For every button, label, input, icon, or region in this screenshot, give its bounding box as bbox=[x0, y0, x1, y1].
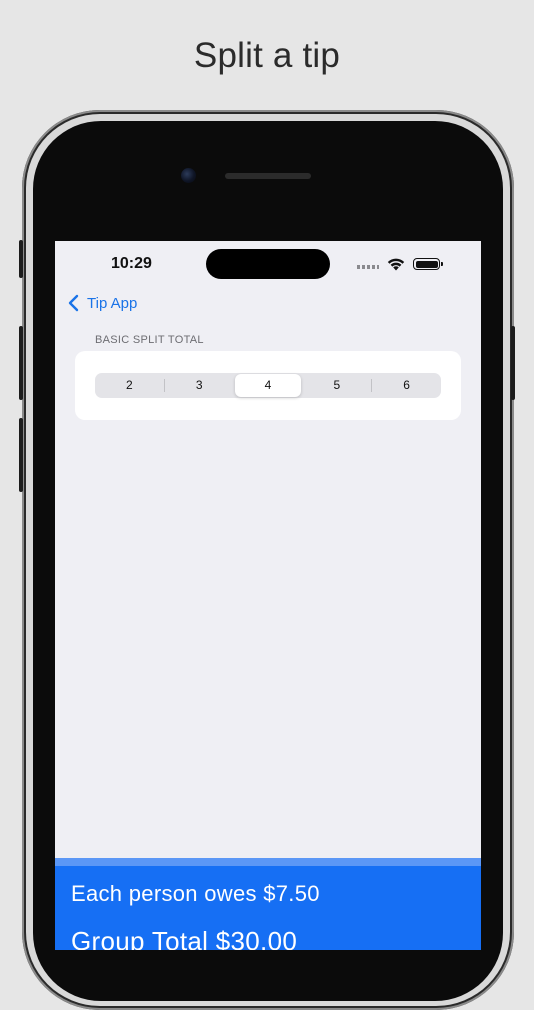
volume-up-button bbox=[19, 326, 23, 400]
phone-screen: 10:29 Tip App BASIC SPLIT TOTAL 2 3 4 5 … bbox=[55, 241, 481, 950]
status-bar: 10:29 bbox=[55, 241, 481, 289]
each-person-owes: Each person owes $7.50 bbox=[71, 881, 320, 906]
summary-divider bbox=[55, 858, 481, 866]
power-button bbox=[511, 326, 515, 400]
group-total: Group Total $30.00 bbox=[71, 926, 298, 950]
status-time: 10:29 bbox=[111, 255, 152, 272]
split-option-6[interactable]: 6 bbox=[373, 374, 440, 397]
dynamic-island bbox=[206, 249, 330, 279]
segment-divider bbox=[163, 379, 165, 392]
split-card: 2 3 4 5 6 bbox=[75, 351, 461, 420]
summary-panel: Each person owes $7.50 Group Total $30.0… bbox=[55, 866, 481, 950]
split-option-4[interactable]: 4 bbox=[234, 374, 302, 397]
split-option-5[interactable]: 5 bbox=[303, 374, 370, 397]
split-option-3[interactable]: 3 bbox=[166, 374, 233, 397]
volume-down-button bbox=[19, 418, 23, 492]
front-camera bbox=[181, 168, 196, 183]
earpiece-speaker bbox=[225, 173, 311, 179]
wifi-icon bbox=[387, 258, 405, 271]
split-option-2[interactable]: 2 bbox=[96, 374, 163, 397]
back-button-label: Tip App bbox=[87, 294, 138, 312]
headline: Split a tip bbox=[193, 36, 341, 75]
chevron-left-icon bbox=[68, 294, 79, 312]
back-button[interactable]: Tip App bbox=[67, 292, 137, 314]
battery-icon bbox=[413, 258, 443, 270]
split-segmented-control: 2 3 4 5 6 bbox=[95, 373, 441, 398]
action-button bbox=[19, 240, 23, 278]
section-header: BASIC SPLIT TOTAL bbox=[95, 334, 204, 346]
segment-divider bbox=[371, 379, 373, 392]
cellular-signal-icon bbox=[357, 265, 379, 269]
